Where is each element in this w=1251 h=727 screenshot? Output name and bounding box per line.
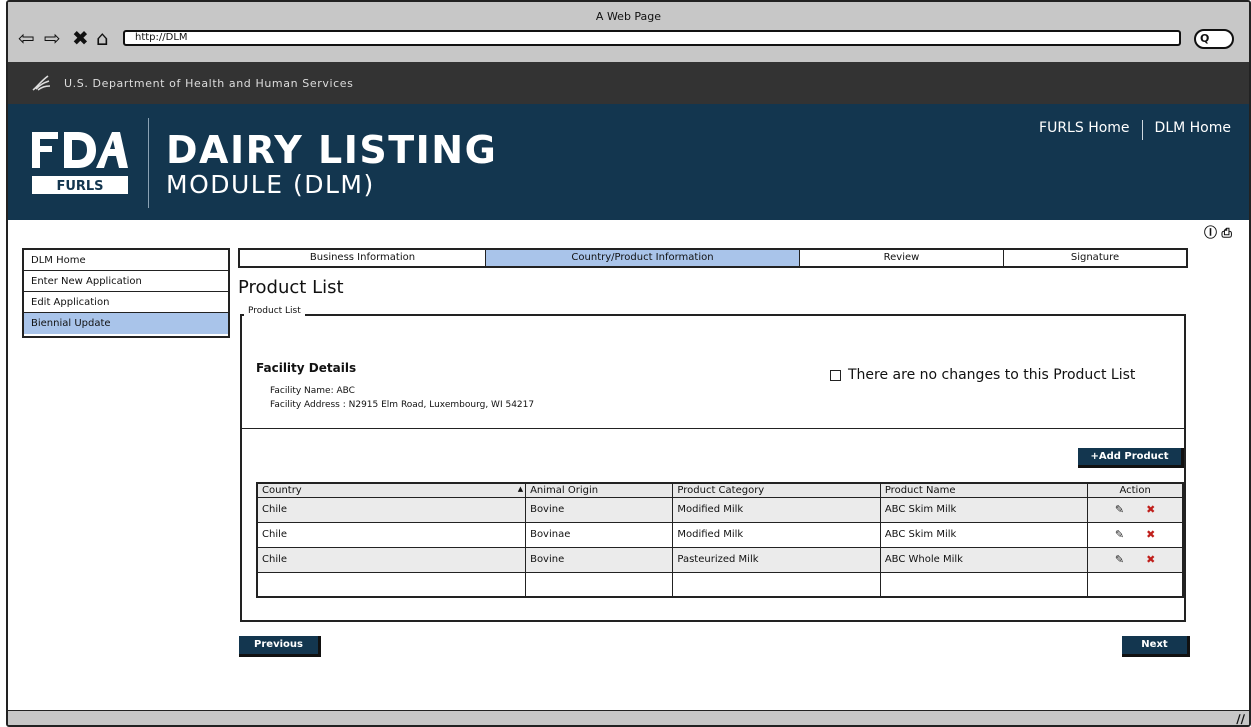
resize-grip-icon[interactable]: ∕∕ xyxy=(1236,712,1245,725)
furls-logo-text: FURLS xyxy=(56,179,103,194)
cell-product-category xyxy=(672,571,881,598)
column-header-product-name[interactable]: Product Name xyxy=(879,482,1089,498)
cell-action xyxy=(1087,571,1184,598)
forward-arrow-icon[interactable]: ⇨ xyxy=(44,26,61,50)
column-header-action: Action xyxy=(1087,482,1184,498)
column-header-product-category[interactable]: Product Category xyxy=(672,482,881,498)
module-subtitle: MODULE (DLM) xyxy=(166,170,375,199)
search-button[interactable]: Q xyxy=(1194,29,1234,49)
delete-x-icon[interactable]: ✖ xyxy=(1146,503,1155,516)
column-header-country[interactable]: Country ▲ xyxy=(256,482,527,498)
delete-x-icon[interactable]: ✖ xyxy=(1146,528,1155,541)
sidebar-item-enter-new-application[interactable]: Enter New Application xyxy=(24,271,228,292)
fieldset-legend: Product List xyxy=(244,306,305,316)
module-title: DAIRY LISTING xyxy=(166,128,498,172)
sort-asc-icon[interactable]: ▲ xyxy=(518,485,523,493)
sidebar-item-dlm-home[interactable]: DLM Home xyxy=(24,250,228,271)
tab-country-product-information[interactable]: Country/Product Information xyxy=(486,250,800,266)
pencil-icon[interactable]: ✎ xyxy=(1115,503,1124,516)
column-header-animal-origin[interactable]: Animal Origin xyxy=(525,482,674,498)
cell-country: Chile xyxy=(256,521,527,548)
cell-action: ✎ ✖ xyxy=(1087,496,1184,523)
next-button[interactable]: Next xyxy=(1122,636,1190,657)
table-row: Chile Bovinae Modified Milk ABC Skim Mil… xyxy=(256,521,1184,548)
furls-home-link[interactable]: FURLS Home xyxy=(1031,120,1138,140)
cell-animal-origin: Bovine xyxy=(525,546,674,573)
cell-product-name: ABC Whole Milk xyxy=(879,546,1089,573)
cell-product-name: ABC Skim Milk xyxy=(879,496,1089,523)
section-divider xyxy=(240,428,1186,429)
cell-animal-origin: Bovinae xyxy=(525,521,674,548)
cell-country xyxy=(256,571,527,598)
cell-product-category: Modified Milk xyxy=(672,521,881,548)
table-row: Chile Bovine Modified Milk ABC Skim Milk… xyxy=(256,496,1184,523)
cell-action: ✎ ✖ xyxy=(1087,546,1184,573)
cell-product-name: ABC Skim Milk xyxy=(879,521,1089,548)
table-row: Chile Bovine Pasteurized Milk ABC Whole … xyxy=(256,546,1184,573)
header-links: FURLS Home DLM Home xyxy=(1031,120,1239,140)
wizard-steps: Business Information Country/Product Inf… xyxy=(238,248,1188,268)
delete-x-icon[interactable]: ✖ xyxy=(1146,553,1155,566)
pencil-icon[interactable]: ✎ xyxy=(1115,528,1124,541)
no-changes-checkbox[interactable] xyxy=(830,369,841,381)
table-header-row: Country ▲ Animal Origin Product Category … xyxy=(256,482,1184,498)
no-changes-label: There are no changes to this Product Lis… xyxy=(848,367,1136,383)
window-title: A Web Page xyxy=(595,10,662,23)
cell-animal-origin xyxy=(525,571,674,598)
cell-product-category: Modified Milk xyxy=(672,496,881,523)
add-product-button[interactable]: +Add Product xyxy=(1078,448,1184,468)
utility-icons: Ⓘ ⎙ xyxy=(1204,222,1232,241)
help-icon[interactable]: Ⓘ xyxy=(1204,226,1217,241)
cell-product-category: Pasteurized Milk xyxy=(672,546,881,573)
fda-furls-logo: FURLS xyxy=(32,132,128,194)
browser-window: A Web Page ⇦ ⇨ ✖ ⌂ http://DLM Q U.S. Dep… xyxy=(6,0,1251,727)
url-input[interactable]: http://DLM xyxy=(123,30,1181,46)
cell-animal-origin: Bovine xyxy=(525,496,674,523)
back-arrow-icon[interactable]: ⇦ xyxy=(18,26,35,50)
print-icon[interactable]: ⎙ xyxy=(1222,226,1232,241)
previous-button[interactable]: Previous xyxy=(239,636,321,657)
site-header: FURLS DAIRY LISTING MODULE (DLM) FURLS H… xyxy=(8,104,1249,220)
sidebar-item-edit-application[interactable]: Edit Application xyxy=(24,292,228,313)
facility-details-heading: Facility Details xyxy=(256,361,357,375)
page-title: Product List xyxy=(238,277,344,298)
browser-toolbar: A Web Page ⇦ ⇨ ✖ ⌂ http://DLM Q xyxy=(8,2,1249,62)
home-icon[interactable]: ⌂ xyxy=(96,26,109,50)
facility-address: Facility Address : N2915 Elm Road, Luxem… xyxy=(270,400,535,410)
sidebar-item-biennial-update[interactable]: Biennial Update xyxy=(24,313,228,334)
product-table: Country ▲ Animal Origin Product Category … xyxy=(256,482,1184,598)
tab-review[interactable]: Review xyxy=(800,250,1004,266)
no-changes-option[interactable]: There are no changes to this Product Lis… xyxy=(830,367,1135,383)
cell-country: Chile xyxy=(256,496,527,523)
link-separator xyxy=(1141,120,1143,140)
pencil-icon[interactable]: ✎ xyxy=(1115,553,1124,566)
header-divider xyxy=(148,118,149,208)
tab-business-information[interactable]: Business Information xyxy=(240,250,486,266)
agency-name: U.S. Department of Health and Human Serv… xyxy=(64,77,354,90)
status-bar: ∕∕ xyxy=(8,710,1249,725)
dlm-home-link[interactable]: DLM Home xyxy=(1147,120,1239,140)
agency-bar: U.S. Department of Health and Human Serv… xyxy=(8,62,1249,104)
sidebar-nav: DLM Home Enter New Application Edit Appl… xyxy=(22,248,230,338)
tab-signature[interactable]: Signature xyxy=(1004,250,1186,266)
cell-action: ✎ ✖ xyxy=(1087,521,1184,548)
column-header-label: Country xyxy=(262,484,302,496)
cell-country: Chile xyxy=(256,546,527,573)
facility-name: Facility Name: ABC xyxy=(270,386,355,396)
cell-product-name xyxy=(879,571,1089,598)
hhs-eagle-icon xyxy=(32,75,51,91)
table-row-empty xyxy=(256,571,1184,598)
close-icon[interactable]: ✖ xyxy=(72,26,89,50)
